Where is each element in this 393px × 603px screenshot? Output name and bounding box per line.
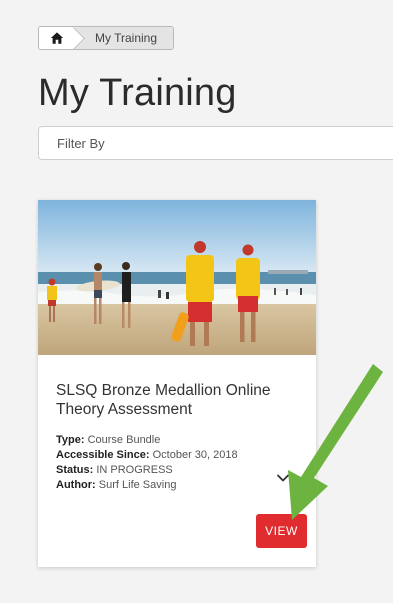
meta-type: Type: Course Bundle [56, 433, 238, 448]
meta-status-label: Status: [56, 464, 94, 476]
course-title[interactable]: SLSQ Bronze Medallion Online Theory Asse… [56, 381, 306, 419]
meta-accessible-label: Accessible Since: [56, 449, 150, 461]
meta-author-value: Surf Life Saving [98, 479, 177, 491]
meta-type-value: Course Bundle [87, 434, 161, 446]
page: My Training My Training Filter By SLSQ B… [0, 0, 393, 603]
meta-accessible-value: October 30, 2018 [152, 449, 238, 461]
meta-type-label: Type: [56, 434, 85, 446]
meta-author-label: Author: [56, 479, 96, 491]
chevron-down-icon[interactable] [275, 470, 291, 486]
breadcrumb: My Training [38, 26, 175, 50]
meta-status: Status: IN PROGRESS [56, 463, 238, 478]
home-icon [50, 32, 64, 44]
course-meta: Type: Course Bundle Accessible Since: Oc… [56, 433, 238, 493]
meta-accessible: Accessible Since: October 30, 2018 [56, 448, 238, 463]
filter-dropdown[interactable]: Filter By [38, 126, 393, 160]
meta-status-value: IN PROGRESS [96, 464, 173, 476]
view-button[interactable]: VIEW [256, 514, 307, 548]
breadcrumb-current[interactable]: My Training [75, 27, 174, 49]
page-title: My Training [38, 72, 237, 114]
filter-label: Filter By [57, 135, 105, 151]
breadcrumb-home[interactable] [39, 27, 75, 49]
course-card: SLSQ Bronze Medallion Online Theory Asse… [38, 200, 316, 567]
course-image[interactable] [38, 200, 316, 355]
meta-author: Author: Surf Life Saving [56, 478, 238, 493]
